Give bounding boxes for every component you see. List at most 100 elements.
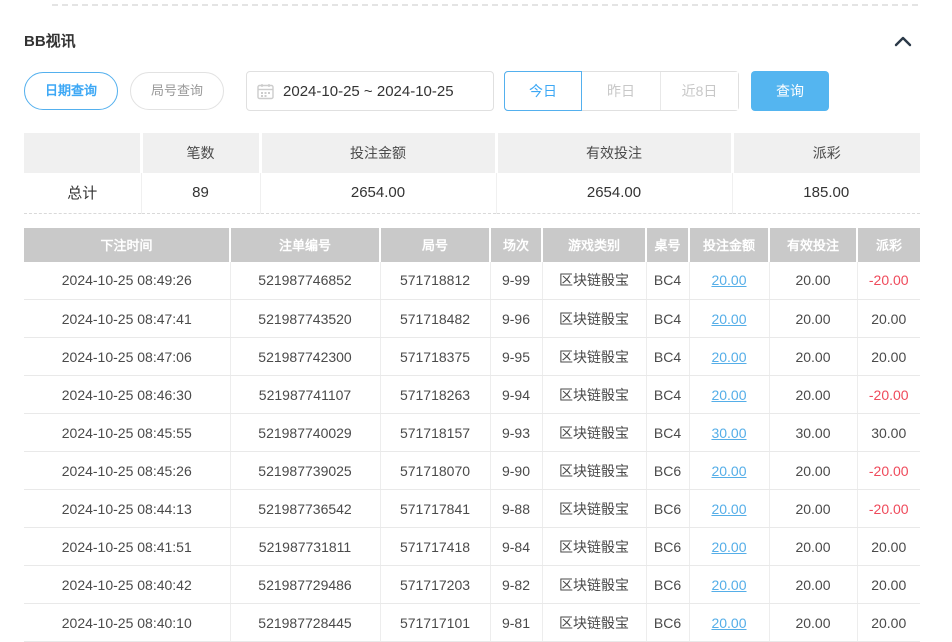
calendar-icon [257,83,274,100]
cell-session: 9-82 [490,566,542,604]
round-query-tab[interactable]: 局号查询 [130,72,224,110]
cell-order_no: 521987740029 [230,414,380,452]
table-row: 2024-10-25 08:49:26521987746852571718812… [24,262,920,300]
cell-game_type: 区块链骰宝 [542,566,646,604]
bet-amount-link[interactable]: 20.00 [711,577,746,593]
date-query-tab[interactable]: 日期查询 [24,72,118,110]
cell-session: 9-88 [490,490,542,528]
chevron-up-icon [894,35,912,50]
cell-order_no: 521987746852 [230,262,380,300]
table-row: 2024-10-25 08:40:10521987728445571717101… [24,604,920,642]
cell-bet: 20.00 [689,566,769,604]
cell-payout: 20.00 [857,528,920,566]
quick-range-today[interactable]: 今日 [504,71,582,111]
cell-payout: 30.00 [857,414,920,452]
quick-range-yesterday[interactable]: 昨日 [582,72,660,110]
cell-table_no: BC4 [646,300,689,338]
summary-header-cell: 投注金额 [260,133,496,173]
table-row: 2024-10-25 08:41:51521987731811571717418… [24,528,920,566]
bet-table-body: 2024-10-25 08:49:26521987746852571718812… [24,262,920,642]
bet-amount-link[interactable]: 20.00 [711,615,746,631]
panel-header: BB视讯 [24,30,920,51]
bet-table-header-cell: 桌号 [646,228,689,262]
cell-game_type: 区块链骰宝 [542,414,646,452]
cell-valid: 20.00 [769,528,857,566]
cell-time: 2024-10-25 08:40:10 [24,604,230,642]
cell-session: 9-93 [490,414,542,452]
cell-order_no: 521987729486 [230,566,380,604]
cell-table_no: BC6 [646,604,689,642]
bet-table-header-cell: 投注金额 [689,228,769,262]
cell-session: 9-81 [490,604,542,642]
cell-payout: -20.00 [857,376,920,414]
cell-game_type: 区块链骰宝 [542,604,646,642]
cell-bet: 20.00 [689,528,769,566]
quick-range-last8days[interactable]: 近8日 [660,72,738,110]
summary-cell: 总计 [24,173,141,213]
cell-time: 2024-10-25 08:49:26 [24,262,230,300]
summary-cell: 185.00 [732,173,920,213]
cell-payout: 20.00 [857,300,920,338]
bet-table-header-cell: 游戏类别 [542,228,646,262]
bet-amount-link[interactable]: 20.00 [711,387,746,403]
cell-round_no: 571717418 [380,528,490,566]
cell-valid: 20.00 [769,490,857,528]
bet-table-header-row: 下注时间注单编号局号场次游戏类别桌号投注金额有效投注派彩 [24,228,920,262]
cell-bet: 20.00 [689,490,769,528]
cell-payout: -20.00 [857,490,920,528]
collapse-button[interactable] [892,33,914,49]
cell-game_type: 区块链骰宝 [542,490,646,528]
cell-valid: 30.00 [769,414,857,452]
bet-table-header-cell: 下注时间 [24,228,230,262]
date-range-value: 2024-10-25 ~ 2024-10-25 [283,83,454,100]
cell-bet: 20.00 [689,376,769,414]
cell-order_no: 521987728445 [230,604,380,642]
cell-table_no: BC4 [646,376,689,414]
table-row: 2024-10-25 08:46:30521987741107571718263… [24,376,920,414]
cell-order_no: 521987742300 [230,338,380,376]
summary-header-cell [24,133,141,173]
bet-amount-link[interactable]: 20.00 [711,463,746,479]
bet-table-header-cell: 派彩 [857,228,920,262]
cell-game_type: 区块链骰宝 [542,452,646,490]
bet-amount-link[interactable]: 20.00 [711,349,746,365]
bet-amount-link[interactable]: 20.00 [711,501,746,517]
cell-order_no: 521987739025 [230,452,380,490]
bet-amount-link[interactable]: 20.00 [711,539,746,555]
table-row: 2024-10-25 08:45:26521987739025571718070… [24,452,920,490]
summary-table: 笔数投注金额有效投注派彩 总计892654.002654.00185.00 [24,133,920,214]
bet-table-header-cell: 场次 [490,228,542,262]
cell-valid: 20.00 [769,376,857,414]
cell-game_type: 区块链骰宝 [542,338,646,376]
cell-session: 9-84 [490,528,542,566]
cell-payout: 20.00 [857,566,920,604]
bet-amount-link[interactable]: 20.00 [711,272,746,288]
cell-valid: 20.00 [769,604,857,642]
cell-payout: -20.00 [857,452,920,490]
cell-round_no: 571717841 [380,490,490,528]
filter-toolbar: 日期查询 局号查询 2024-10-25 ~ 2024-10-25 今日 昨日 … [24,71,920,111]
cell-time: 2024-10-25 08:47:41 [24,300,230,338]
quick-range-group: 今日 昨日 近8日 [504,71,739,111]
cell-round_no: 571717101 [380,604,490,642]
cell-session: 9-94 [490,376,542,414]
bet-amount-link[interactable]: 20.00 [711,311,746,327]
bet-table: 下注时间注单编号局号场次游戏类别桌号投注金额有效投注派彩 2024-10-25 … [24,228,920,642]
cell-time: 2024-10-25 08:44:13 [24,490,230,528]
cell-round_no: 571718070 [380,452,490,490]
cell-bet: 30.00 [689,414,769,452]
bet-amount-link[interactable]: 30.00 [711,425,746,441]
table-row: 2024-10-25 08:44:13521987736542571717841… [24,490,920,528]
summary-header-cell: 有效投注 [496,133,732,173]
date-range-input[interactable]: 2024-10-25 ~ 2024-10-25 [246,71,494,111]
section-divider [52,4,918,6]
page-title: BB视讯 [24,30,76,51]
search-button[interactable]: 查询 [751,71,829,111]
cell-round_no: 571718482 [380,300,490,338]
cell-table_no: BC4 [646,414,689,452]
summary-cell: 2654.00 [260,173,496,213]
cell-valid: 20.00 [769,566,857,604]
summary-cell: 89 [141,173,260,213]
cell-payout: 20.00 [857,338,920,376]
cell-bet: 20.00 [689,262,769,300]
